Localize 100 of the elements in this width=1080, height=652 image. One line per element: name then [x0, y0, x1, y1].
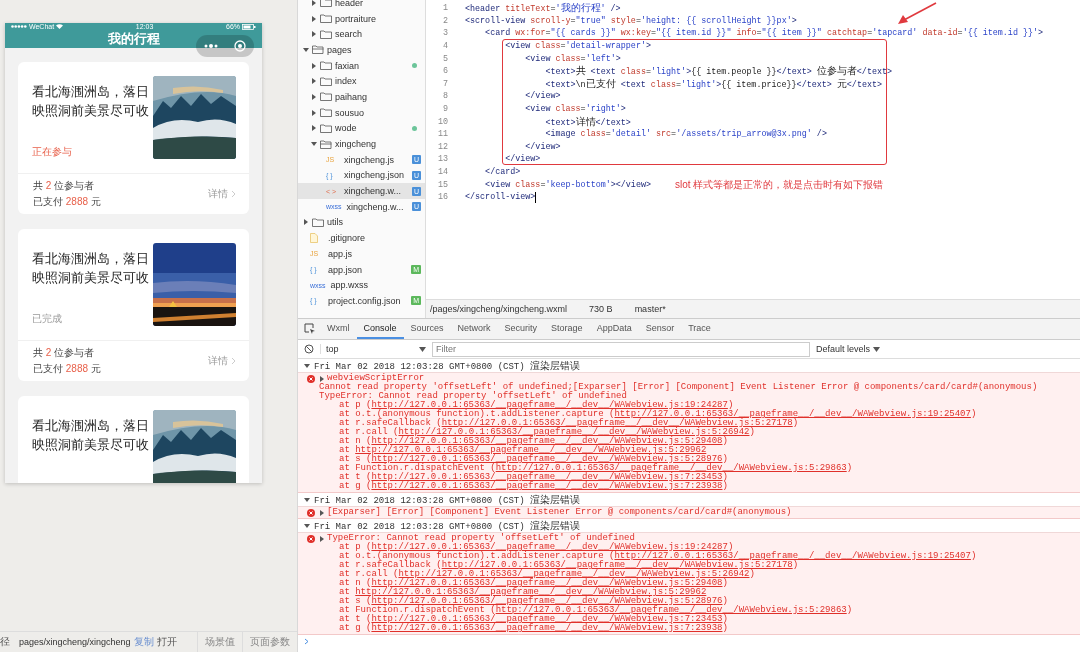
stack-frame: at s (http://127.0.0.1:65363/__pageframe__/__dev__/WAWebview.js:5:28976)	[319, 455, 1038, 464]
caret-icon[interactable]	[311, 125, 317, 132]
tree-item[interactable]: search	[298, 26, 425, 43]
expand-icon[interactable]	[319, 535, 325, 542]
caret-icon[interactable]	[311, 93, 317, 100]
source-link[interactable]: http://127.0.0.1:65363/__pageframe__/__dev__/WAWebview.js:7:23453	[371, 614, 723, 624]
devtools-tab[interactable]: Sensor	[638, 319, 682, 339]
inspect-icon[interactable]	[304, 323, 316, 335]
levels-select[interactable]: Default levels	[816, 344, 881, 354]
code-line: <view class='right'>	[524, 104, 626, 115]
caret-icon[interactable]	[311, 0, 317, 6]
devtools-tab[interactable]: Trace	[681, 319, 718, 339]
error-icon	[307, 509, 315, 517]
trip-card[interactable]: 看北海涠洲岛，落日映照洞前美景尽可收 正在参与 共 2 位参与者 已支付 2888 元 详情	[18, 62, 249, 214]
caret-icon[interactable]	[303, 46, 309, 53]
tree-item[interactable]: pages	[298, 42, 425, 58]
stack-frame: at http://127.0.0.1:65363/__pageframe__/__dev__/WAWebview.js:5:29962	[319, 588, 977, 597]
source-link[interactable]: http://127.0.0.1:65363/__pageframe__/__dev__/WAWebview.js:5:29962	[355, 445, 707, 455]
source-link[interactable]: http://127.0.0.1:65363/__pageframe__/__dev__/WAWebview.js:5:28976	[371, 596, 723, 606]
stack-frame: at t (http://127.0.0.1:65363/__pageframe__/__dev__/WAWebview.js:7:23453)	[319, 615, 977, 624]
open-link[interactable]: 打开	[156, 635, 177, 649]
file-name: app.json	[328, 264, 364, 275]
devtools-tab[interactable]: AppData	[589, 319, 639, 339]
tree-item[interactable]: paihang	[298, 89, 425, 105]
source-link[interactable]: http://127.0.0.1:65363/__pageframe__/__dev__/WAWebview.js:5:28976	[371, 454, 723, 464]
group-header[interactable]: Fri Mar 02 2018 12:03:28 GMT+0800 (CST) 渲染层错误	[314, 518, 581, 533]
code-line: </card>	[484, 167, 521, 177]
source-link[interactable]: http://127.0.0.1:65363/__pageframe__/__dev__/WAWebview.js:7:23453	[371, 472, 723, 482]
clear-icon[interactable]	[304, 344, 314, 354]
trip-card[interactable]: 看北海涠洲岛，落日映照洞前美景尽可收	[18, 396, 249, 483]
filter-field[interactable]: Filter	[432, 341, 810, 357]
file-name: app.wxss	[330, 280, 370, 291]
code-line: <text>详情</text>	[544, 115, 631, 129]
group-header[interactable]: Fri Mar 02 2018 12:03:28 GMT+0800 (CST) 渲染层错误	[314, 492, 581, 507]
source-link[interactable]: http://127.0.0.1:65363/__pageframe__/__dev__/WAWebview.js:5:29962	[355, 587, 707, 597]
source-link[interactable]: http://127.0.0.1:65363/__pageframe__/__dev__/WAWebview.js:5:27178	[441, 560, 793, 570]
caret-icon[interactable]	[303, 219, 309, 226]
source-link[interactable]: http://127.0.0.1:65363/__pageframe__/__dev__/WAWebview.js:19:25407	[614, 409, 971, 419]
tree-item[interactable]: index	[298, 73, 425, 90]
more-icon[interactable]	[204, 44, 218, 48]
code-line: <view class='detail-wrapper'>	[504, 41, 651, 52]
error-icon	[307, 535, 315, 543]
source-link[interactable]: http://127.0.0.1:65363/__pageframe__/__dev__/WAWebview.js:5:29408	[371, 578, 723, 588]
capsule-control[interactable]	[196, 35, 254, 57]
tree-item[interactable]: portraiture	[298, 10, 425, 27]
source-link[interactable]: http://127.0.0.1:65363/__pageframe__/__dev__/WAWebview.js:5:29863	[495, 605, 847, 615]
close-icon[interactable]	[234, 40, 246, 52]
arrow-icon	[896, 2, 938, 26]
stack-frame: at p (http://127.0.0.1:65363/__pageframe__/__dev__/WAWebview.js:19:24287)	[319, 401, 1038, 410]
source-link[interactable]: http://127.0.0.1:65363/__pageframe__/__dev__/WAWebview.js:7:23938	[371, 623, 723, 633]
tree-item[interactable]: header	[298, 0, 425, 11]
trip-title: 看北海涠洲岛，落日映照洞前美景尽可收	[32, 83, 150, 120]
devtools-tab[interactable]: Security	[497, 319, 545, 339]
caret-icon[interactable]	[311, 15, 317, 22]
file-name: header	[335, 0, 365, 8]
stack-frame: at s (http://127.0.0.1:65363/__pageframe__/__dev__/WAWebview.js:5:28976)	[319, 597, 977, 606]
tree-item[interactable]: utils	[298, 214, 425, 231]
caret-icon[interactable]	[311, 109, 317, 116]
source-link[interactable]: http://127.0.0.1:65363/__pageframe__/__dev__/WAWebview.js:5:29863	[495, 463, 847, 473]
tree-item[interactable]: faxian	[298, 57, 425, 74]
source-link[interactable]: http://127.0.0.1:65363/__pageframe__/__dev__/WAWebview.js:5:26942	[398, 569, 750, 579]
caret-icon[interactable]	[311, 78, 317, 85]
tree-item[interactable]: sousuo	[298, 104, 425, 121]
file-name: app.js	[328, 248, 354, 259]
devtools-tab[interactable]: Wxml	[320, 319, 357, 339]
caret-icon[interactable]	[311, 31, 317, 38]
source-link[interactable]: http://127.0.0.1:65363/__pageframe__/__dev__/WAWebview.js:5:26942	[398, 427, 750, 437]
source-link[interactable]: http://127.0.0.1:65363/__pageframe__/__dev__/WAWebview.js:5:27178	[441, 418, 793, 428]
source-link[interactable]: http://127.0.0.1:65363/__pageframe__/__dev__/WAWebview.js:19:24287	[371, 400, 728, 410]
tree-item[interactable]: wode	[298, 120, 425, 137]
file-name: paihang	[335, 91, 369, 102]
devtools-tab[interactable]: Storage	[544, 319, 590, 339]
expand-icon[interactable]	[304, 522, 310, 529]
expand-icon[interactable]	[304, 496, 310, 503]
source-link[interactable]: http://127.0.0.1:65363/__pageframe__/__dev__/WAWebview.js:7:23938	[371, 481, 723, 491]
trip-card[interactable]: 看北海涠洲岛，落日映照洞前美景尽可收 已完成 共 2 位参与者 已支付 2888 元 详情	[18, 229, 249, 381]
folder-icon	[320, 92, 332, 102]
expand-icon[interactable]	[319, 375, 325, 382]
group-header[interactable]: Fri Mar 02 2018 12:03:28 GMT+0800 (CST) 渲染层错误	[314, 359, 581, 373]
file-name: xingcheng.w...	[346, 201, 405, 212]
expand-icon[interactable]	[304, 362, 310, 369]
folder-icon	[320, 123, 332, 133]
source-link[interactable]: http://127.0.0.1:65363/__pageframe__/__dev__/WAWebview.js:19:25407	[614, 551, 971, 561]
expand-icon[interactable]	[319, 509, 325, 516]
tree-item[interactable]: .gitignore	[298, 230, 425, 246]
devtools-tab[interactable]: Sources	[403, 319, 451, 339]
devtools-tab[interactable]: Network	[450, 319, 498, 339]
caret-icon[interactable]	[311, 141, 317, 148]
devtools-tab[interactable]: Console	[356, 319, 404, 339]
battery-icon	[242, 23, 256, 30]
file-name: portraiture	[335, 13, 378, 24]
tree-item[interactable]: xingcheng	[298, 136, 425, 152]
caret-icon[interactable]	[311, 62, 317, 69]
source-link[interactable]: http://127.0.0.1:65363/__pageframe__/__dev__/WAWebview.js:19:24287	[371, 542, 728, 552]
line-number: 10	[436, 116, 448, 127]
source-link[interactable]: http://127.0.0.1:65363/__pageframe__/__dev__/WAWebview.js:5:29408	[371, 436, 723, 446]
context-select[interactable]: top	[320, 344, 426, 354]
file-name: .gitignore	[328, 233, 367, 244]
page-title: 我的行程	[107, 30, 160, 48]
code-line: </scroll-view>	[465, 192, 536, 203]
